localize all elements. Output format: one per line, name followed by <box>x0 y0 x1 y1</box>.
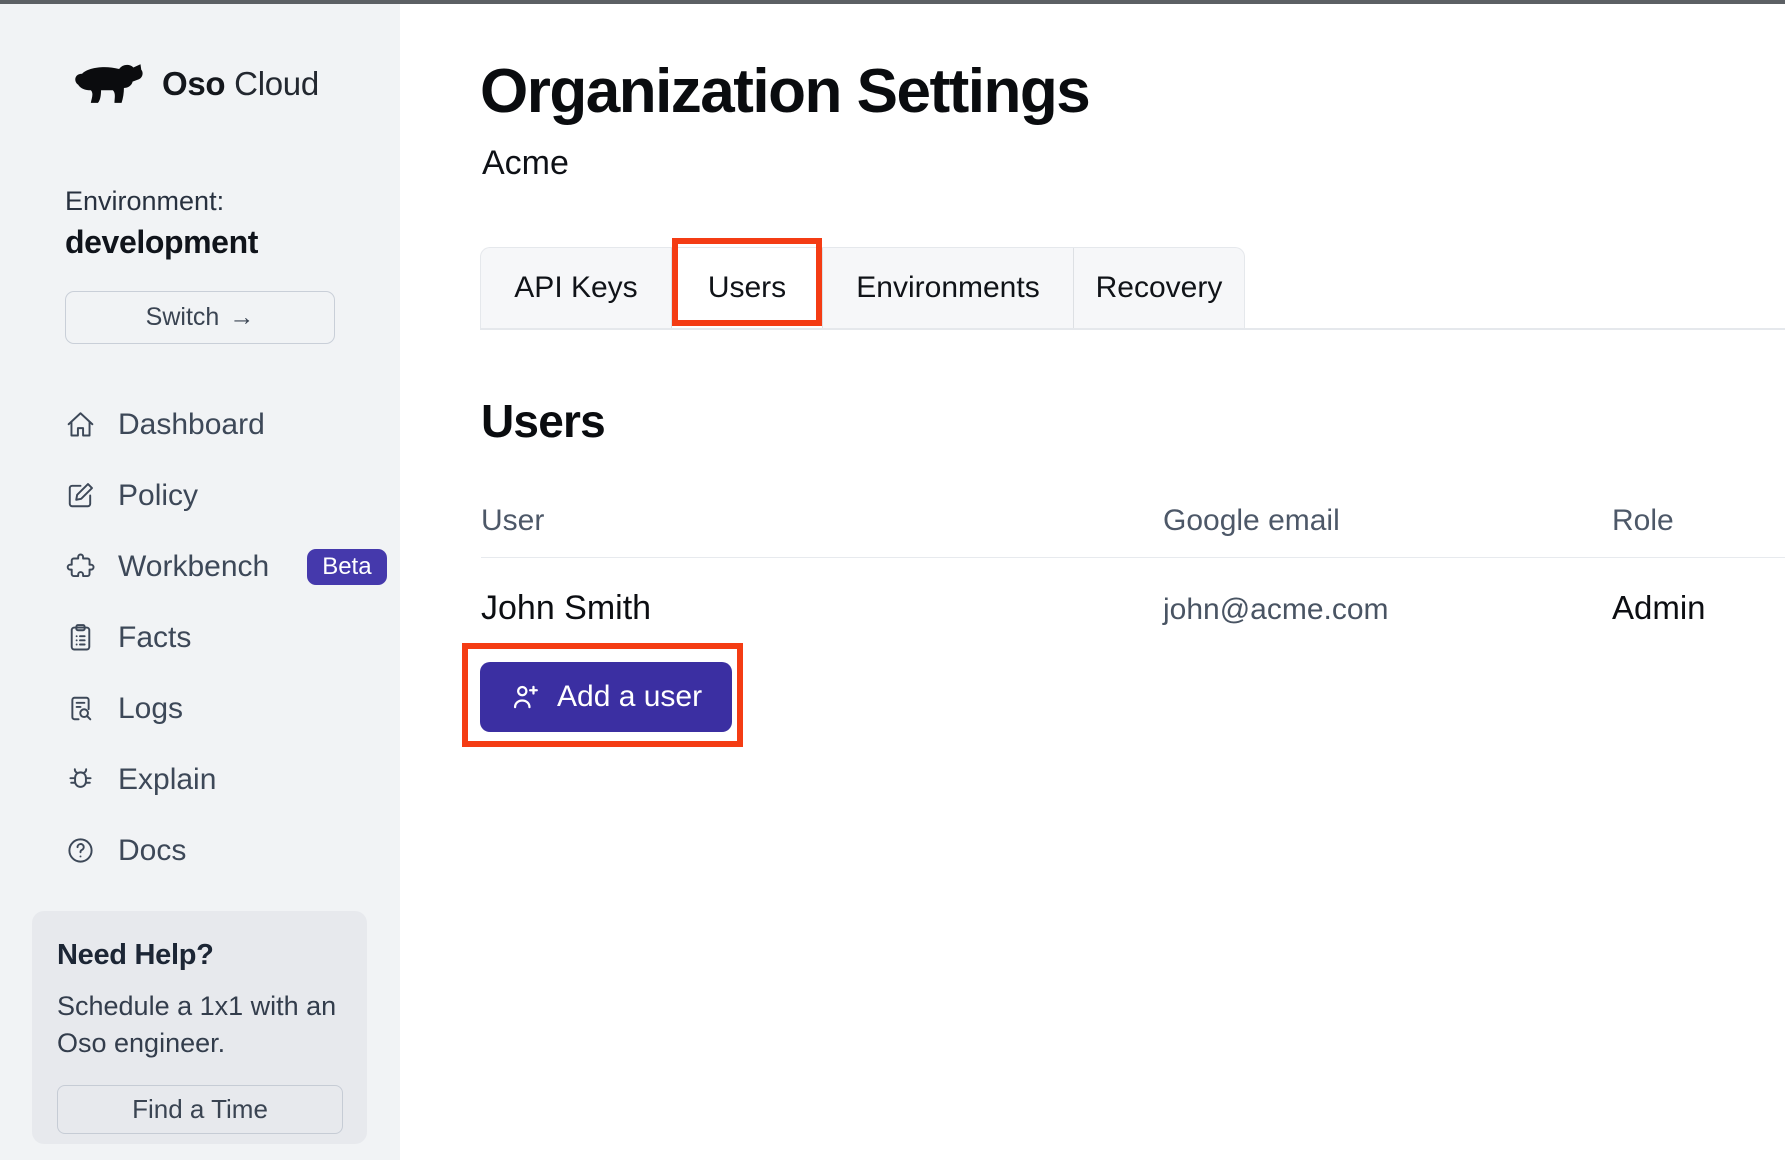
pencil-square-icon <box>65 480 96 511</box>
switch-label: Switch <box>146 303 220 332</box>
home-icon <box>65 409 96 440</box>
sidebar-item-explain[interactable]: Explain <box>65 744 400 815</box>
beta-badge: Beta <box>307 549 386 585</box>
sidebar-item-facts[interactable]: Facts <box>65 602 400 673</box>
arrow-right-icon: → <box>229 303 254 332</box>
sidebar-item-label: Workbench <box>118 550 269 584</box>
sidebar-item-workbench[interactable]: Workbench Beta <box>65 531 400 602</box>
bug-icon <box>65 764 96 795</box>
question-circle-icon <box>65 835 96 866</box>
oso-cloud-app: Oso Cloud Environment: development Switc… <box>0 0 1785 1160</box>
environment-label: Environment: <box>65 186 224 217</box>
cell-role: Admin <box>1612 589 1785 627</box>
switch-environment-button[interactable]: Switch → <box>65 291 335 344</box>
tab-api-keys[interactable]: API Keys <box>481 248 672 328</box>
tab-users[interactable]: Users <box>672 248 823 328</box>
add-user-label: Add a user <box>557 680 702 714</box>
table-row: John Smith john@acme.com Admin <box>481 558 1785 628</box>
settings-tabbar: API Keys Users Environments Recovery <box>480 247 1785 330</box>
column-header-role: Role <box>1612 504 1785 538</box>
main-content: Organization Settings Acme API Keys User… <box>400 4 1785 1160</box>
cell-google-email: john@acme.com <box>1163 593 1612 627</box>
tab-group: API Keys Users Environments Recovery <box>480 247 1245 328</box>
oso-cloud-logo[interactable]: Oso Cloud <box>64 60 319 108</box>
need-help-panel: Need Help? Schedule a 1x1 with an Oso en… <box>32 911 367 1144</box>
sidebar-item-label: Policy <box>118 479 198 513</box>
sidebar-item-dashboard[interactable]: Dashboard <box>65 389 400 460</box>
tab-recovery[interactable]: Recovery <box>1074 248 1244 328</box>
column-header-google-email: Google email <box>1163 504 1612 538</box>
clipboard-list-icon <box>65 622 96 653</box>
environment-value: development <box>65 224 258 261</box>
users-section-heading: Users <box>481 394 605 448</box>
tab-environments[interactable]: Environments <box>823 248 1074 328</box>
help-body: Schedule a 1x1 with an Oso engineer. <box>57 988 342 1063</box>
sidebar-item-label: Facts <box>118 621 191 655</box>
find-a-time-button[interactable]: Find a Time <box>57 1085 343 1134</box>
puzzle-piece-icon <box>65 551 96 582</box>
help-title: Need Help? <box>57 939 342 972</box>
help-body-line2: Oso engineer. <box>57 1028 225 1058</box>
sidebar-item-label: Logs <box>118 692 183 726</box>
sidebar: Oso Cloud Environment: development Switc… <box>0 4 400 1160</box>
help-body-line1: Schedule a 1x1 with an <box>57 991 336 1021</box>
person-plus-icon <box>510 681 542 713</box>
document-search-icon <box>65 693 96 724</box>
sidebar-nav: Dashboard Policy Workbench Beta <box>65 389 400 886</box>
column-header-user: User <box>481 504 1163 538</box>
users-table: User Google email Role John Smith john@a… <box>481 504 1785 628</box>
brand-name-light: Cloud <box>234 65 319 102</box>
sidebar-item-label: Explain <box>118 763 216 797</box>
add-user-button[interactable]: Add a user <box>480 662 732 732</box>
brand-name-bold: Oso <box>162 65 225 102</box>
sidebar-item-logs[interactable]: Logs <box>65 673 400 744</box>
table-header-row: User Google email Role <box>481 504 1785 558</box>
organization-name: Acme <box>482 144 569 183</box>
sidebar-item-label: Docs <box>118 834 186 868</box>
cell-user-name: John Smith <box>481 589 1163 628</box>
bear-icon <box>64 60 146 108</box>
sidebar-item-docs[interactable]: Docs <box>65 815 400 886</box>
page-title: Organization Settings <box>480 56 1089 127</box>
brand-name: Oso Cloud <box>162 65 319 103</box>
sidebar-item-policy[interactable]: Policy <box>65 460 400 531</box>
sidebar-item-label: Dashboard <box>118 408 265 442</box>
